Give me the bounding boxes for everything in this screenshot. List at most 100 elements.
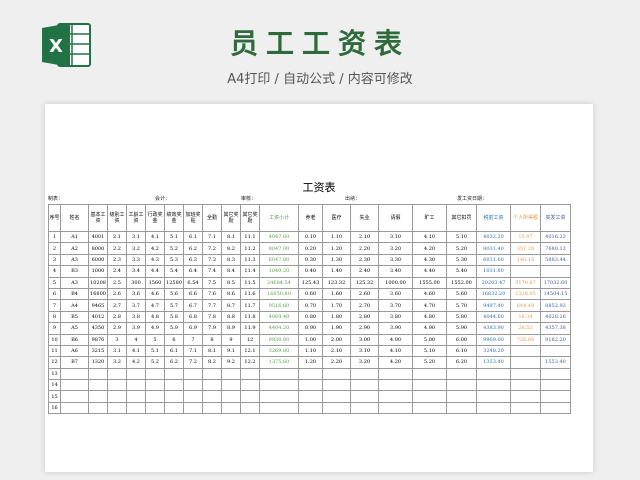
- table-cell[interactable]: [60, 401, 89, 415]
- table-cell[interactable]: [202, 379, 222, 392]
- table-cell[interactable]: [202, 401, 222, 415]
- table-cell[interactable]: 2: [48, 242, 61, 255]
- table-cell[interactable]: 3.90: [378, 322, 413, 335]
- table-cell[interactable]: 3.20: [350, 356, 379, 369]
- table-cell[interactable]: 5.7: [164, 299, 184, 312]
- table-cell[interactable]: 2.80: [350, 310, 379, 324]
- table-cell[interactable]: 4.8: [145, 310, 165, 324]
- table-cell[interactable]: 5.60: [446, 287, 477, 301]
- table-cell[interactable]: 16850.80: [259, 287, 299, 301]
- table-cell[interactable]: 0.40: [298, 265, 323, 278]
- table-cell[interactable]: 3: [107, 333, 127, 346]
- table-cell[interactable]: 4.10: [378, 344, 413, 358]
- table-cell[interactable]: 8: [48, 310, 61, 324]
- table-cell[interactable]: 1560: [145, 276, 165, 289]
- table-cell[interactable]: 4064.40: [259, 310, 299, 324]
- table-cell[interactable]: 12.2: [240, 356, 260, 369]
- table-cell[interactable]: 8.1: [202, 344, 222, 358]
- table-cell[interactable]: 12: [240, 333, 260, 346]
- table-cell[interactable]: 4.30: [412, 253, 447, 267]
- table-cell[interactable]: 4.1: [145, 230, 165, 244]
- table-cell[interactable]: 8.2: [221, 242, 241, 255]
- table-cell[interactable]: [164, 379, 184, 392]
- table-cell[interactable]: 6.8: [183, 310, 203, 324]
- table-cell[interactable]: [322, 390, 351, 403]
- table-cell[interactable]: 1.10: [298, 344, 323, 358]
- table-cell[interactable]: [412, 401, 447, 415]
- table-cell[interactable]: 8: [202, 333, 222, 346]
- table-cell[interactable]: 6.1: [183, 230, 203, 244]
- table-cell[interactable]: 9182.20: [540, 333, 571, 346]
- table-cell[interactable]: 6.00: [446, 333, 477, 346]
- table-cell[interactable]: 1049.20: [259, 265, 299, 278]
- table-cell[interactable]: [145, 401, 165, 415]
- table-cell[interactable]: 6.2: [164, 356, 184, 369]
- table-cell[interactable]: 1.90: [322, 322, 351, 335]
- table-cell[interactable]: 10: [48, 333, 61, 346]
- table-cell[interactable]: 7: [48, 299, 61, 312]
- table-cell[interactable]: 5.80: [446, 310, 477, 324]
- table-cell[interactable]: [240, 367, 260, 381]
- table-cell[interactable]: B4: [60, 287, 89, 301]
- table-cell[interactable]: 8.4: [221, 265, 241, 278]
- table-cell[interactable]: 4.2: [126, 356, 146, 369]
- table-cell[interactable]: 4016.23: [540, 230, 571, 244]
- table-cell[interactable]: 8.2: [202, 356, 222, 369]
- table-cell[interactable]: 1.60: [322, 287, 351, 301]
- table-cell[interactable]: 2.20: [322, 356, 351, 369]
- table-cell[interactable]: 4012: [88, 310, 108, 324]
- table-cell[interactable]: 7.3: [202, 253, 222, 267]
- table-cell[interactable]: 3.3: [126, 253, 146, 267]
- table-cell[interactable]: 3.40: [378, 265, 413, 278]
- table-cell[interactable]: [510, 344, 541, 358]
- table-cell[interactable]: 2.20: [350, 242, 379, 255]
- table-cell[interactable]: 7.8: [202, 310, 222, 324]
- table-cell[interactable]: 2.9: [107, 322, 127, 335]
- table-cell[interactable]: [221, 390, 241, 403]
- table-cell[interactable]: 1.00: [298, 333, 323, 346]
- table-cell[interactable]: 5.1: [145, 344, 165, 358]
- table-cell[interactable]: 9465: [88, 299, 108, 312]
- table-cell[interactable]: 14504.15: [540, 287, 571, 301]
- table-cell[interactable]: 3.60: [378, 287, 413, 301]
- table-cell[interactable]: 2.1: [107, 230, 127, 244]
- table-cell[interactable]: [476, 390, 511, 403]
- table-cell[interactable]: 1.30: [322, 253, 351, 267]
- table-cell[interactable]: 4: [48, 265, 61, 278]
- table-cell[interactable]: 5.1: [164, 230, 184, 244]
- table-cell[interactable]: 24684.54: [259, 276, 299, 289]
- table-cell[interactable]: [240, 401, 260, 415]
- table-cell[interactable]: 9930.00: [259, 333, 299, 346]
- table-cell[interactable]: 5.00: [412, 333, 447, 346]
- table-cell[interactable]: 1353.40: [476, 356, 511, 369]
- table-cell[interactable]: 5.6: [164, 287, 184, 301]
- table-cell[interactable]: 11.6: [240, 287, 260, 301]
- table-cell[interactable]: 4.2: [145, 242, 165, 255]
- table-cell[interactable]: 4.3: [145, 253, 165, 267]
- table-cell[interactable]: 13: [48, 367, 61, 381]
- table-cell[interactable]: 3.6: [126, 287, 146, 301]
- table-cell[interactable]: [510, 367, 541, 381]
- table-cell[interactable]: 1000.00: [378, 276, 413, 289]
- table-cell[interactable]: 0.70: [298, 299, 323, 312]
- table-cell[interactable]: 2.40: [350, 265, 379, 278]
- table-cell[interactable]: [446, 390, 477, 403]
- table-cell[interactable]: 8852.92: [540, 299, 571, 312]
- table-cell[interactable]: [240, 390, 260, 403]
- table-cell[interactable]: 3170.87: [510, 276, 541, 289]
- table-cell[interactable]: 5.9: [164, 322, 184, 335]
- table-cell[interactable]: 6000: [88, 253, 108, 267]
- table-cell[interactable]: 3.10: [350, 344, 379, 358]
- table-cell[interactable]: 8.9: [221, 322, 241, 335]
- table-cell[interactable]: 3248.20: [476, 344, 511, 358]
- table-cell[interactable]: 17032.60: [540, 276, 571, 289]
- table-cell[interactable]: [476, 379, 511, 392]
- table-cell[interactable]: 0.60: [298, 287, 323, 301]
- table-cell[interactable]: 16.34: [510, 310, 541, 324]
- table-cell[interactable]: 10208: [88, 276, 108, 289]
- table-cell[interactable]: 5.20: [446, 242, 477, 255]
- table-cell[interactable]: 1553.40: [540, 356, 571, 369]
- table-cell[interactable]: [412, 390, 447, 403]
- table-cell[interactable]: 1000: [88, 265, 108, 278]
- table-cell[interactable]: 9516.60: [259, 299, 299, 312]
